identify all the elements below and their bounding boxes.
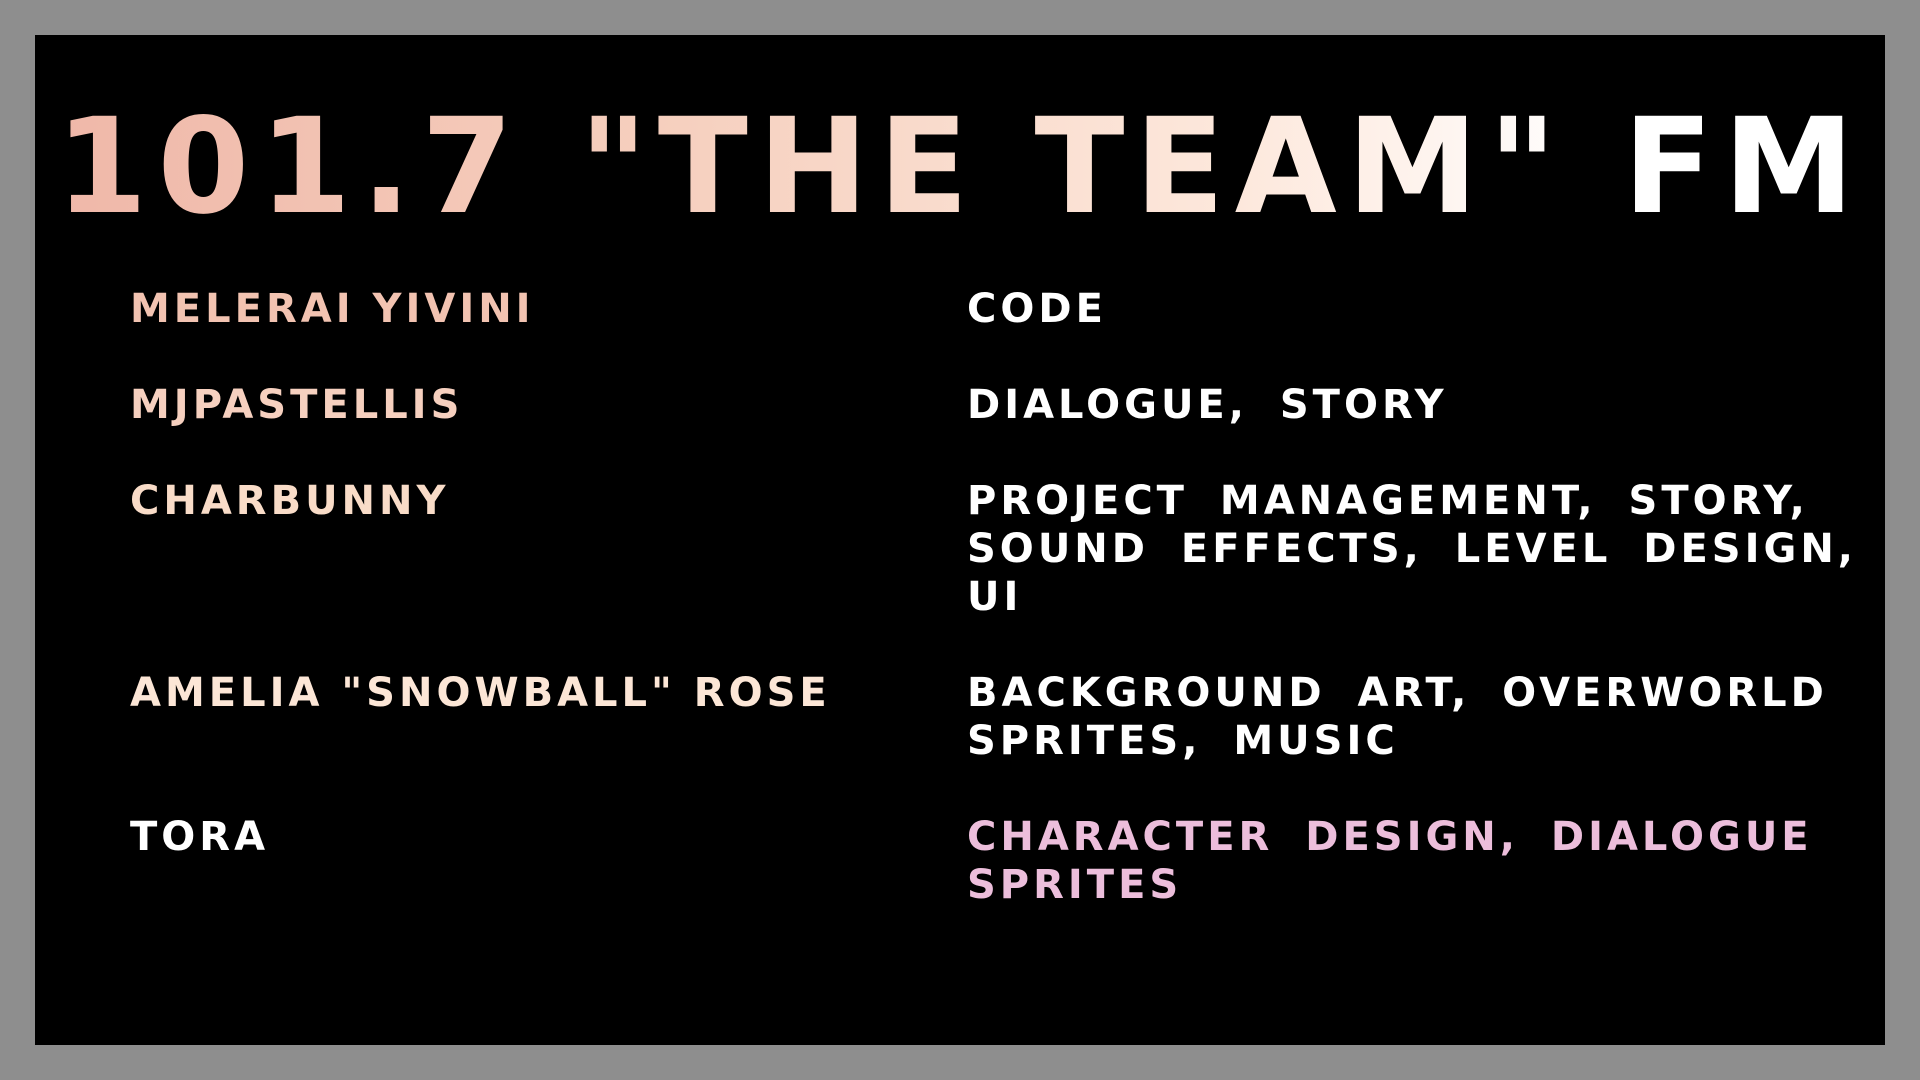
credit-role: PROJECT MANAGEMENT, STORY, SOUND EFFECTS… <box>967 478 1857 620</box>
credit-row: TORA CHARACTER DESIGN, DIALOGUE SPRITES <box>130 813 1870 909</box>
credit-row: CHARBUNNY PROJECT MANAGEMENT, STORY, SOU… <box>130 477 1870 621</box>
credit-name: AMELIA "SNOWBALL" ROSE <box>130 670 831 716</box>
credit-row: MJPASTELLIS DIALOGUE, STORY <box>130 381 1870 429</box>
credit-role: BACKGROUND ART, OVERWORLD SPRITES, MUSIC <box>967 670 1828 764</box>
credit-name: MELERAI YIVINI <box>130 286 535 332</box>
credit-name: MJPASTELLIS <box>130 382 464 428</box>
credit-name: TORA <box>130 814 270 860</box>
credit-name: CHARBUNNY <box>130 478 450 524</box>
credit-role: CODE <box>967 286 1107 332</box>
credit-row: AMELIA "SNOWBALL" ROSE BACKGROUND ART, O… <box>130 669 1870 765</box>
credits-list: MELERAI YIVINI CODE MJPASTELLIS DIALOGUE… <box>130 285 1870 909</box>
credit-row: MELERAI YIVINI CODE <box>130 285 1870 333</box>
credit-role: DIALOGUE, STORY <box>967 382 1448 428</box>
credits-screen: 101.7 "THE TEAM" FM MELERAI YIVINI CODE … <box>35 35 1885 1045</box>
credit-role: CHARACTER DESIGN, DIALOGUE SPRITES <box>967 814 1813 908</box>
credits-title: 101.7 "THE TEAM" FM <box>35 97 1885 237</box>
